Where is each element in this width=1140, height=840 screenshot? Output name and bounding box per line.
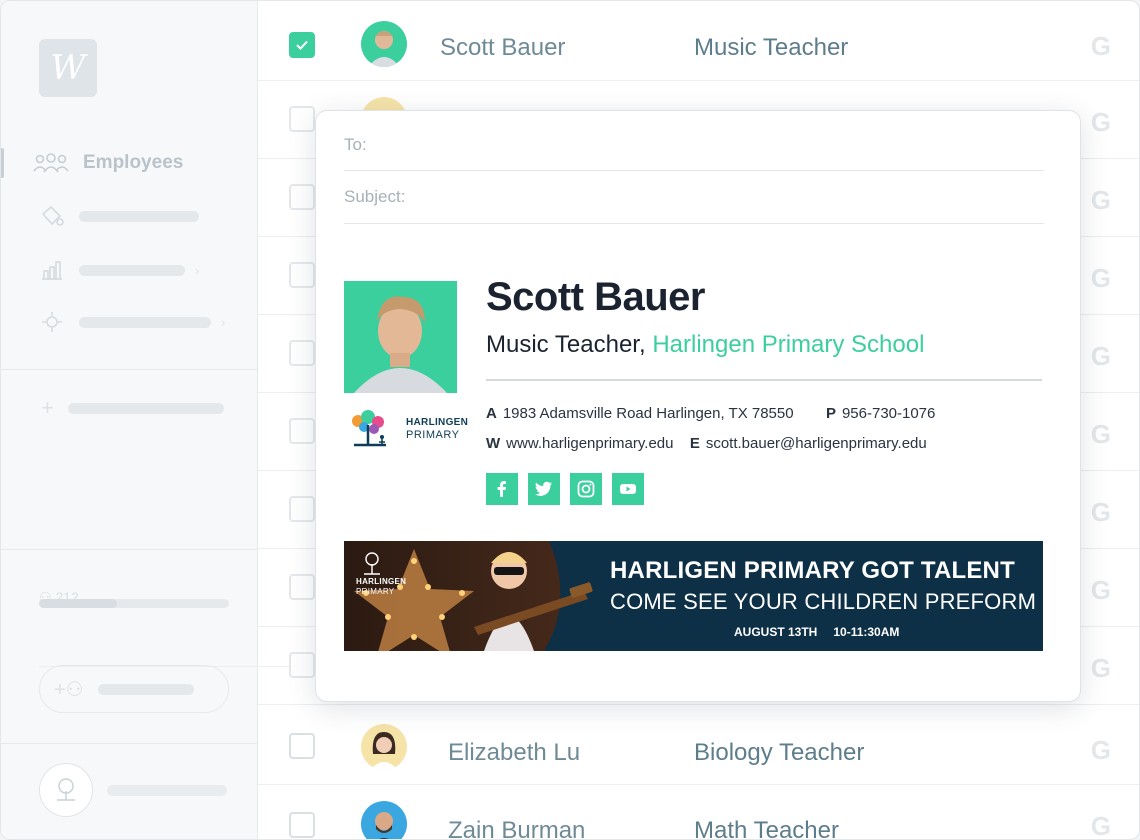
google-icon: G — [1090, 31, 1111, 61]
banner-date: AUGUST 13TH — [734, 625, 818, 639]
signature-address: 1983 Adamsville Road Harlingen, TX 78550 — [502, 405, 794, 422]
add-item-row[interactable]: + — [41, 395, 224, 421]
google-icon: G — [1090, 341, 1111, 371]
facebook-icon[interactable] — [486, 473, 518, 505]
avatar — [361, 801, 407, 839]
row-checkbox[interactable] — [289, 733, 315, 759]
organization-avatar — [39, 763, 93, 817]
google-icon: G — [1090, 497, 1111, 527]
instagram-icon[interactable] — [570, 473, 602, 505]
table-row[interactable]: Scott Bauer Music Teacher G — [258, 3, 1139, 81]
sidebar-item-integrations[interactable]: › — [39, 310, 225, 334]
sidebar-item-label: Employees — [83, 152, 184, 173]
google-icon: G — [1090, 653, 1111, 683]
row-checkbox[interactable] — [289, 262, 315, 288]
plus-icon: + — [41, 395, 54, 420]
chevron-right-icon: › — [195, 262, 200, 278]
banner-time: 10-11:30AM — [833, 625, 900, 639]
google-icon: G — [1090, 575, 1111, 605]
chart-icon — [42, 261, 62, 280]
employee-name: Elizabeth Lu — [448, 739, 581, 766]
signature-contact-line: Wwww.harligenprimary.edu Escott.bauer@ha… — [486, 435, 927, 452]
banner-subline: COME SEE YOUR CHILDREN PREFORM — [610, 589, 1037, 614]
signature-banner[interactable]: HARLINGEN PRIMARY HARLIGEN PRIMARY GOT T… — [344, 541, 1043, 651]
add-user-icon: +⚇ — [54, 678, 84, 701]
avatar — [361, 21, 407, 67]
row-checkbox[interactable] — [289, 106, 315, 132]
row-checkbox[interactable] — [289, 652, 315, 678]
employee-role: Music Teacher — [694, 34, 849, 61]
row-checkbox[interactable] — [289, 496, 315, 522]
sidebar-item-campaigns[interactable] — [39, 204, 199, 228]
users-icon — [33, 153, 69, 173]
table-row[interactable]: Elizabeth Lu Biology Teacher G — [258, 707, 1139, 785]
banner-event-time: AUGUST 13TH 10-11:30AM — [734, 625, 899, 639]
google-icon: G — [1090, 419, 1111, 449]
row-checkbox[interactable] — [289, 340, 315, 366]
row-checkbox[interactable] — [289, 574, 315, 600]
sidebar: W Employees › › + ⚇ 212 +⚇ — [1, 1, 922, 839]
app-logo[interactable]: W — [39, 39, 97, 97]
signature-address-line: A 1983 Adamsville Road Harlingen, TX 7855… — [486, 405, 936, 422]
integration-icon — [42, 312, 62, 332]
signature-title: Music Teacher, Harlingen Primary School — [486, 331, 925, 358]
app-window: W Employees › › + ⚇ 212 +⚇ Scott Bauer M… — [0, 0, 1140, 840]
google-icon: G — [1090, 735, 1111, 765]
row-checkbox[interactable] — [289, 812, 315, 838]
youtube-icon[interactable] — [612, 473, 644, 505]
twitter-icon[interactable] — [528, 473, 560, 505]
tree-logo-icon — [57, 778, 75, 801]
bucket-icon — [41, 205, 64, 226]
employee-role: Math Teacher — [694, 817, 839, 840]
check-icon — [296, 40, 308, 50]
to-field[interactable]: To: — [344, 135, 1044, 171]
signature-name: Scott Bauer — [486, 275, 706, 319]
chevron-right-icon: › — [221, 314, 226, 330]
email-compose-preview: To: Subject: Scott Bauer Music Teacher, … — [315, 110, 1081, 702]
school-logo: HARLINGEN PRIMARY — [344, 409, 468, 449]
avatar — [361, 724, 407, 770]
table-row[interactable]: Zain Burman Math Teacher G — [258, 787, 1139, 840]
signature-website[interactable]: www.harligenprimary.edu — [506, 435, 673, 452]
active-indicator — [1, 148, 4, 178]
banner-logo-text: HARLINGEN PRIMARY — [356, 577, 407, 596]
google-icon: G — [1090, 185, 1111, 215]
social-links — [486, 473, 654, 505]
employee-name: Zain Burman — [448, 817, 586, 840]
signature-school: Harlingen Primary School — [652, 331, 925, 358]
row-checkbox[interactable] — [289, 32, 315, 58]
usage-stats: ⚇ 212 586 — [39, 589, 922, 667]
sidebar-item-analytics[interactable]: › — [39, 258, 199, 282]
row-checkbox[interactable] — [289, 184, 315, 210]
google-icon: G — [1090, 263, 1111, 293]
google-icon: G — [1090, 811, 1111, 840]
account-menu[interactable] — [39, 763, 227, 817]
signature-photo — [344, 281, 457, 393]
google-icon: G — [1090, 107, 1111, 137]
tree-logo-icon — [352, 410, 386, 447]
employee-name: Scott Bauer — [440, 34, 566, 61]
subject-field[interactable]: Subject: — [344, 187, 1044, 224]
invite-button[interactable]: +⚇ — [39, 665, 229, 713]
signature-email[interactable]: scott.bauer@harligenprimary.edu — [706, 435, 927, 452]
banner-headline: HARLIGEN PRIMARY GOT TALENT — [610, 557, 1015, 584]
sidebar-item-employees[interactable]: Employees — [33, 151, 183, 175]
usage-progress — [39, 599, 229, 608]
signature-phone: 956-730-1076 — [841, 405, 936, 422]
row-checkbox[interactable] — [289, 418, 315, 444]
employee-role: Biology Teacher — [694, 739, 865, 766]
signature-divider — [486, 379, 1042, 381]
